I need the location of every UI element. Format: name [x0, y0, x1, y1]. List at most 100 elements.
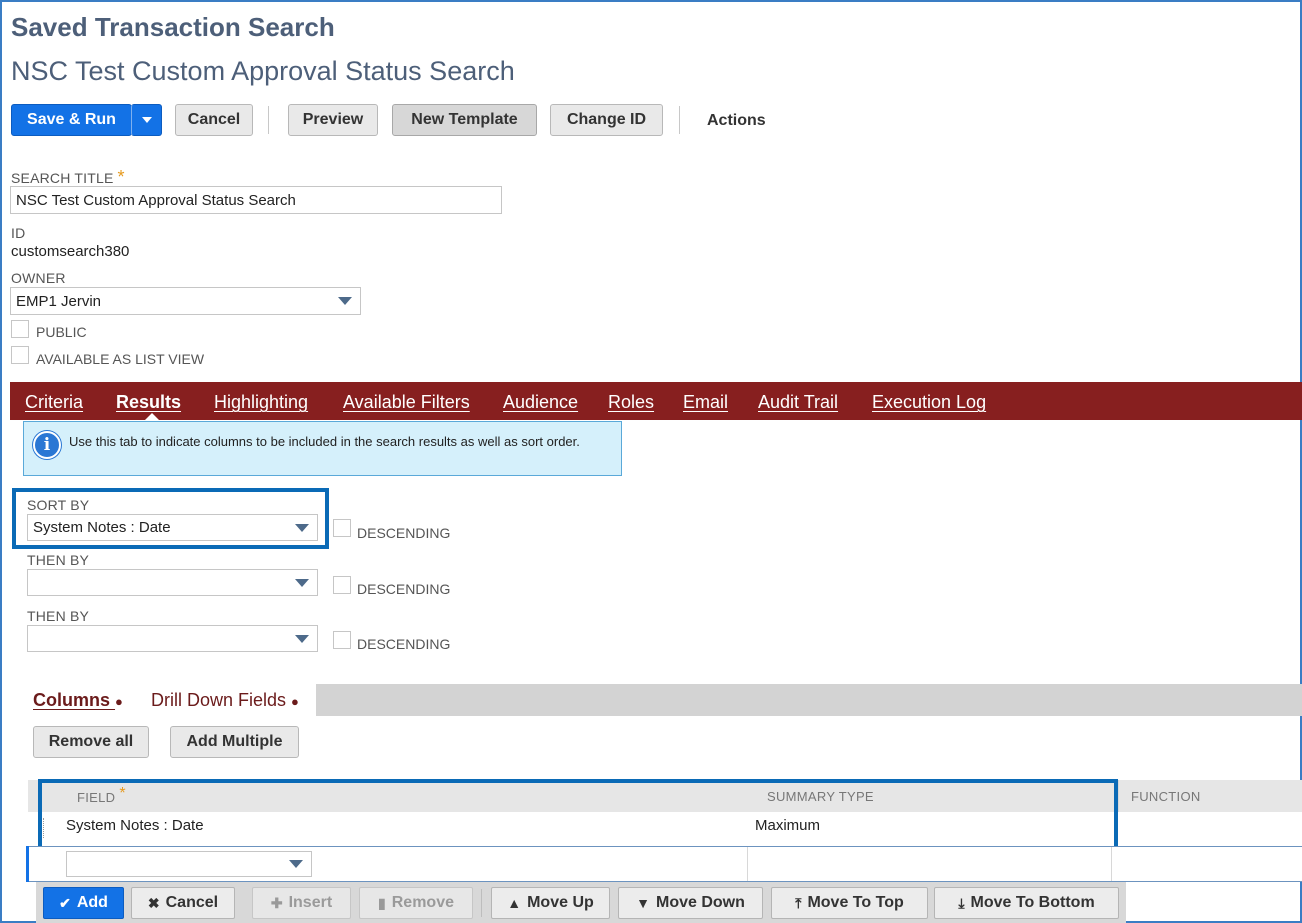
save-run-button[interactable]: Save & Run — [11, 104, 132, 136]
subtab-drill-down-fields[interactable]: Drill Down Fields ● — [151, 690, 299, 711]
move-to-top-button[interactable]: ⤒ Move To Top — [771, 887, 928, 919]
tab-criteria[interactable]: Criteria — [25, 392, 83, 413]
required-marker: * — [117, 167, 125, 187]
then-by-label-2: THEN BY — [27, 608, 90, 624]
tab-highlighting[interactable]: Highlighting — [214, 392, 308, 413]
add-row-label: Add — [76, 894, 108, 911]
trash-icon: ▮ — [378, 894, 386, 911]
search-title-label: SEARCH TITLE * — [11, 167, 125, 188]
dropdown-arrow-icon — [338, 297, 352, 305]
close-icon: ✖ — [147, 894, 160, 911]
required-marker: * — [119, 785, 126, 802]
move-up-label: Move Up — [527, 894, 594, 911]
owner-label: OWNER — [11, 270, 66, 286]
tab-available-filters[interactable]: Available Filters — [343, 392, 470, 413]
save-run-dropdown-button[interactable] — [131, 104, 162, 136]
column-header-summary-type: SUMMARY TYPE — [767, 789, 874, 804]
column-header-function: FUNCTION — [1131, 789, 1201, 804]
new-field-select[interactable] — [66, 851, 312, 877]
table-row[interactable]: System Notes : Date Maximum — [28, 812, 1302, 846]
move-down-label: Move Down — [655, 894, 745, 911]
dropdown-arrow-icon — [295, 634, 309, 643]
sort-by-value: System Notes : Date — [33, 519, 171, 536]
info-message: i Use this tab to indicate columns to be… — [23, 421, 622, 476]
owner-select-value: EMP1 Jervin — [16, 292, 102, 310]
column-divider — [747, 847, 748, 881]
toolbar-divider — [679, 106, 680, 134]
cancel-row-button[interactable]: ✖ Cancel — [131, 887, 235, 919]
main-tab-bar — [10, 382, 1302, 420]
subtab-columns-label: Columns — [33, 690, 111, 710]
remove-all-button[interactable]: Remove all — [33, 726, 149, 758]
move-down-button[interactable]: ▼ Move Down — [618, 887, 763, 919]
descending-label-3: DESCENDING — [357, 636, 451, 652]
new-row-editor — [28, 846, 1302, 882]
preview-button[interactable]: Preview — [288, 104, 378, 136]
tab-execution-log[interactable]: Execution Log — [872, 392, 986, 413]
arrow-to-top-icon: ⤒ — [795, 894, 802, 911]
remove-row-button[interactable]: ▮ Remove — [359, 887, 473, 919]
search-title-input[interactable]: NSC Test Custom Approval Status Search — [10, 186, 502, 214]
grid-header — [28, 780, 1302, 812]
insert-row-label: Insert — [288, 894, 333, 911]
arrow-down-icon: ▼ — [636, 895, 650, 911]
page-title: Saved Transaction Search — [11, 12, 335, 42]
then-by-select-1[interactable] — [27, 569, 318, 596]
cancel-row-label: Cancel — [165, 894, 219, 911]
column-header-field: FIELD * — [77, 785, 126, 807]
dropdown-arrow-icon — [289, 860, 303, 868]
tab-email[interactable]: Email — [683, 392, 728, 413]
action-divider — [481, 889, 482, 917]
toolbar-divider — [268, 106, 269, 134]
new-template-button[interactable]: New Template — [392, 104, 537, 136]
move-up-button[interactable]: ▲ Move Up — [491, 887, 610, 919]
insert-row-button[interactable]: ✚ Insert — [252, 887, 351, 919]
descending-label-2: DESCENDING — [357, 581, 451, 597]
list-view-checkbox[interactable] — [11, 346, 29, 364]
public-checkbox[interactable] — [11, 320, 29, 338]
edit-row-marker — [26, 846, 29, 882]
change-id-button[interactable]: Change ID — [550, 104, 663, 136]
id-value: customsearch380 — [11, 243, 130, 260]
descending-checkbox-2[interactable] — [333, 576, 351, 594]
drag-handle-icon[interactable] — [41, 818, 44, 838]
info-text: Use this tab to indicate columns to be i… — [69, 434, 580, 449]
add-row-button[interactable]: ✔ Add — [43, 887, 124, 919]
search-title-label-text: SEARCH TITLE — [11, 170, 114, 186]
tab-audience[interactable]: Audience — [503, 392, 578, 413]
id-label: ID — [11, 225, 26, 241]
dropdown-arrow-icon — [295, 523, 309, 532]
descending-checkbox-1[interactable] — [333, 519, 351, 537]
actions-menu[interactable]: Actions — [707, 112, 766, 130]
sort-by-label: SORT BY — [27, 497, 90, 513]
move-to-top-label: Move To Top — [807, 894, 904, 911]
check-icon: ✔ — [59, 894, 71, 911]
sort-by-select[interactable]: System Notes : Date — [27, 514, 318, 541]
chevron-down-icon — [141, 117, 152, 123]
descending-label-1: DESCENDING — [357, 525, 451, 541]
owner-select[interactable]: EMP1 Jervin — [10, 287, 361, 315]
column-header-field-text: FIELD — [77, 790, 116, 805]
list-view-label: AVAILABLE AS LIST VIEW — [36, 351, 205, 367]
dropdown-arrow-icon — [295, 578, 309, 587]
column-divider — [1111, 847, 1112, 881]
status-dot-icon: ● — [291, 694, 299, 709]
add-multiple-button[interactable]: Add Multiple — [170, 726, 299, 758]
search-name-heading: NSC Test Custom Approval Status Search — [11, 56, 515, 86]
status-dot-icon: ● — [115, 694, 123, 709]
public-label: PUBLIC — [36, 324, 87, 340]
move-to-bottom-label: Move To Bottom — [970, 894, 1095, 911]
move-to-bottom-button[interactable]: ⤓ Move To Bottom — [934, 887, 1119, 919]
remove-row-label: Remove — [391, 894, 454, 911]
subtab-drill-down-label: Drill Down Fields — [151, 690, 287, 710]
then-by-select-2[interactable] — [27, 625, 318, 652]
info-icon: i — [33, 431, 61, 459]
descending-checkbox-3[interactable] — [333, 631, 351, 649]
tab-results[interactable]: Results — [116, 392, 181, 413]
tab-audit-trail[interactable]: Audit Trail — [758, 392, 838, 413]
tab-roles[interactable]: Roles — [608, 392, 654, 413]
cancel-button[interactable]: Cancel — [175, 104, 253, 136]
subtab-columns[interactable]: Columns ● — [33, 690, 123, 711]
row-field-value: System Notes : Date — [66, 817, 204, 834]
plus-icon: ✚ — [270, 894, 283, 911]
